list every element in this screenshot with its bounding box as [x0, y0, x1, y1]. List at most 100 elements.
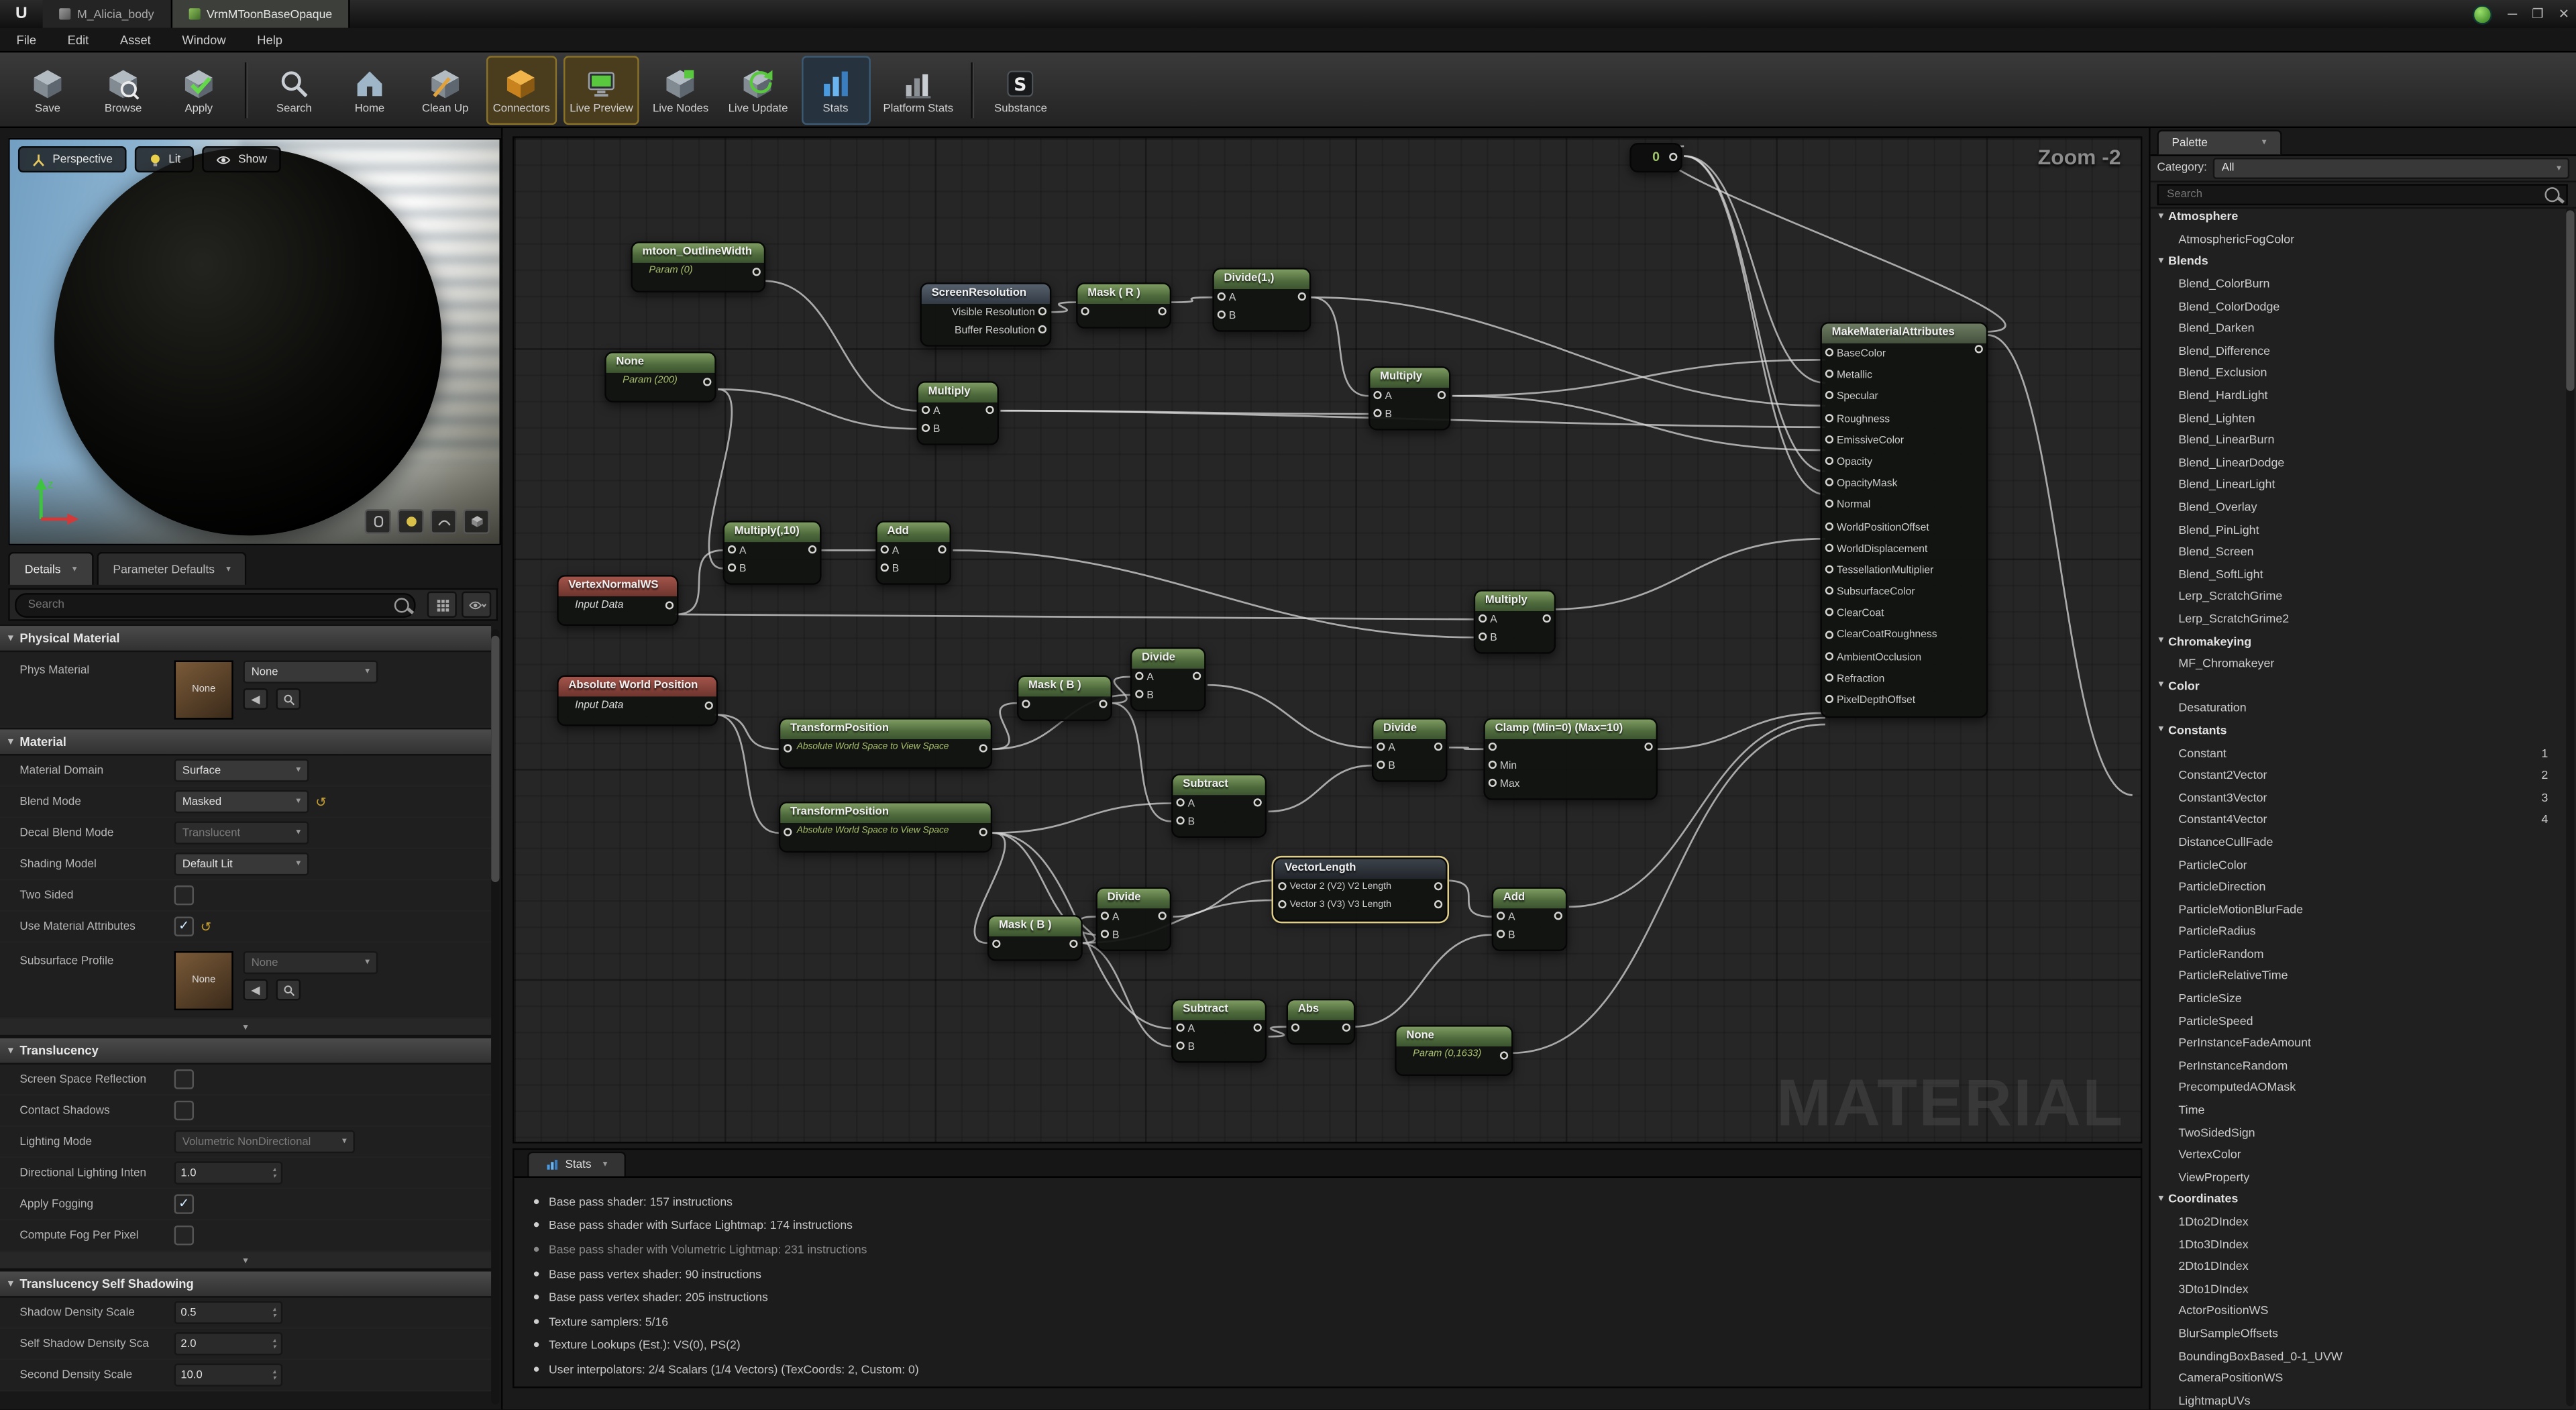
- input-pin[interactable]: [1489, 761, 1497, 769]
- input-pin[interactable]: [1825, 348, 1833, 356]
- palette-item-blend-softlight[interactable]: Blend_SoftLight: [2151, 563, 2565, 585]
- output-pin[interactable]: [703, 378, 711, 386]
- apply-fogging-checkbox[interactable]: ✓: [174, 1194, 194, 1213]
- input-pin[interactable]: [881, 545, 889, 553]
- input-pin[interactable]: [1101, 912, 1109, 920]
- wire[interactable]: [1171, 297, 1212, 302]
- second-density-scale-spinbox[interactable]: 10.0▴▾: [174, 1364, 283, 1387]
- wire[interactable]: [1446, 881, 1492, 917]
- palette-item-blend-lighten[interactable]: Blend_Lighten: [2151, 406, 2565, 429]
- palette-item-perinstancefadeamount[interactable]: PerInstanceFadeAmount: [2151, 1032, 2565, 1054]
- input-pin[interactable]: [1176, 1042, 1184, 1050]
- material-domain-dropdown[interactable]: Surface▾: [174, 759, 309, 781]
- wire[interactable]: [1452, 396, 1825, 450]
- preview-sphere-button[interactable]: [398, 509, 424, 534]
- output-pin[interactable]: [979, 828, 987, 836]
- node-mask-r[interactable]: Mask ( R ): [1076, 282, 1171, 329]
- spin-arrows-icon[interactable]: ▴▾: [272, 1306, 276, 1319]
- apply-button[interactable]: Apply: [164, 55, 233, 124]
- wire[interactable]: [1684, 156, 1825, 383]
- palette-item-particlecolor[interactable]: ParticleColor: [2151, 853, 2565, 875]
- input-pin[interactable]: [1101, 930, 1109, 938]
- home-button[interactable]: Home: [335, 55, 405, 124]
- node-multiply-a[interactable]: MultiplyAB: [917, 381, 999, 445]
- output-pin[interactable]: [1159, 307, 1167, 315]
- palette-item-particlespeed[interactable]: ParticleSpeed: [2151, 1010, 2565, 1032]
- input-pin[interactable]: [1825, 392, 1833, 400]
- use-selected-asset-icon[interactable]: ◀: [243, 688, 268, 710]
- tab-details[interactable]: Details▾: [8, 552, 93, 585]
- palette-item-blend-pinlight[interactable]: Blend_PinLight: [2151, 518, 2565, 540]
- node-add-b[interactable]: AddAB: [1492, 887, 1568, 951]
- input-pin[interactable]: [1135, 690, 1143, 698]
- stats-button[interactable]: Stats: [801, 55, 870, 124]
- node-add-a[interactable]: AddAB: [875, 521, 951, 585]
- palette-search-input[interactable]: [2157, 184, 2568, 205]
- palette-group-coordinates[interactable]: ▾Coordinates: [2151, 1188, 2565, 1210]
- output-pin[interactable]: [1342, 1024, 1350, 1032]
- wire[interactable]: [718, 389, 916, 429]
- node-clamp[interactable]: Clamp (Min=0) (Max=10)MinMax: [1483, 718, 1658, 800]
- input-pin[interactable]: [1278, 882, 1286, 890]
- input-pin[interactable]: [1825, 522, 1833, 530]
- input-pin[interactable]: [784, 745, 792, 753]
- palette-item-blend-lineardodge[interactable]: Blend_LinearDodge: [2151, 451, 2565, 473]
- palette-item-perinstancerandom[interactable]: PerInstanceRandom: [2151, 1054, 2565, 1076]
- wire[interactable]: [1269, 765, 1372, 812]
- palette-item-atmosphericfogcolor[interactable]: AtmosphericFogColor: [2151, 227, 2565, 250]
- node-mask-b-2[interactable]: Mask ( B ): [987, 915, 1083, 961]
- input-pin[interactable]: [1278, 900, 1286, 908]
- lighting-mode-dropdown[interactable]: Volumetric NonDirectional▾: [174, 1130, 355, 1153]
- node-transformposition-2[interactable]: TransformPositionAbsolute World Space to…: [779, 802, 992, 852]
- wire[interactable]: [953, 550, 1473, 637]
- preview-mesh-button[interactable]: [464, 509, 490, 534]
- node-multiply-b[interactable]: MultiplyAB: [1368, 366, 1450, 431]
- wire[interactable]: [992, 804, 1171, 833]
- preview-cylinder-button[interactable]: [365, 509, 391, 534]
- palette-item-blursampleoffsets[interactable]: BlurSampleOffsets: [2151, 1322, 2565, 1344]
- live-preview-button[interactable]: Live Preview: [563, 55, 639, 124]
- preview-plane-button[interactable]: [431, 509, 457, 534]
- wire[interactable]: [714, 714, 779, 749]
- menu-file[interactable]: File: [16, 32, 36, 47]
- palette-item-3dto1dindex[interactable]: 3Dto1DIndex: [2151, 1277, 2565, 1299]
- input-pin[interactable]: [1377, 743, 1385, 751]
- view-options-button[interactable]: [462, 592, 491, 618]
- input-pin[interactable]: [1218, 311, 1226, 319]
- live-nodes-button[interactable]: Live Nodes: [646, 55, 715, 124]
- screen-space-reflection-checkbox[interactable]: [174, 1069, 194, 1089]
- wire[interactable]: [1988, 335, 2133, 796]
- self-shadow-density-sca-spinbox[interactable]: 2.0▴▾: [174, 1332, 283, 1355]
- palette-item-1dto2dindex[interactable]: 1Dto2DIndex: [2151, 1210, 2565, 1232]
- input-pin[interactable]: [728, 563, 736, 572]
- input-pin[interactable]: [1825, 413, 1833, 421]
- palette-item-particlerandom[interactable]: ParticleRandom: [2151, 942, 2565, 965]
- input-pin[interactable]: [1825, 435, 1833, 443]
- tab-parameter-defaults[interactable]: Parameter Defaults▾: [97, 552, 248, 585]
- input-pin[interactable]: [1022, 700, 1030, 708]
- palette-item-blend-linearlight[interactable]: Blend_LinearLight: [2151, 474, 2565, 496]
- phys-material-dropdown[interactable]: None▾: [243, 660, 378, 683]
- wire[interactable]: [676, 614, 1474, 619]
- palette-item-camerapositionws[interactable]: CameraPositionWS: [2151, 1366, 2565, 1389]
- palette-item-2dto1dindex[interactable]: 2Dto1DIndex: [2151, 1255, 2565, 1277]
- palette-item-mf-chromakeyer[interactable]: MF_Chromakeyer: [2151, 652, 2565, 674]
- wire[interactable]: [1050, 303, 1076, 313]
- node-divide-b[interactable]: DivideAB: [1372, 718, 1448, 782]
- output-pin[interactable]: [665, 602, 674, 610]
- node-divide-a[interactable]: DivideAB: [1130, 647, 1206, 712]
- palette-item-blend-screen[interactable]: Blend_Screen: [2151, 540, 2565, 562]
- input-pin[interactable]: [1825, 630, 1833, 638]
- node-subtract-2[interactable]: SubtractAB: [1171, 999, 1267, 1063]
- spin-arrows-icon[interactable]: ▴▾: [272, 1167, 276, 1180]
- perspective-button[interactable]: Perspective: [18, 146, 126, 172]
- node-transformposition-1[interactable]: TransformPositionAbsolute World Space to…: [779, 718, 992, 768]
- preview-viewport[interactable]: Perspective Lit Show z: [8, 138, 501, 545]
- close-button[interactable]: ✕: [2559, 7, 2569, 21]
- palette-item-constant3vector[interactable]: Constant3Vector3: [2151, 786, 2565, 808]
- input-pin[interactable]: [1377, 761, 1385, 769]
- output-pin[interactable]: [705, 702, 713, 710]
- live-update-button[interactable]: Live Update: [722, 55, 794, 124]
- node-mask-b-1[interactable]: Mask ( B ): [1017, 675, 1112, 722]
- section-header-physical-material[interactable]: ▾Physical Material: [0, 625, 491, 653]
